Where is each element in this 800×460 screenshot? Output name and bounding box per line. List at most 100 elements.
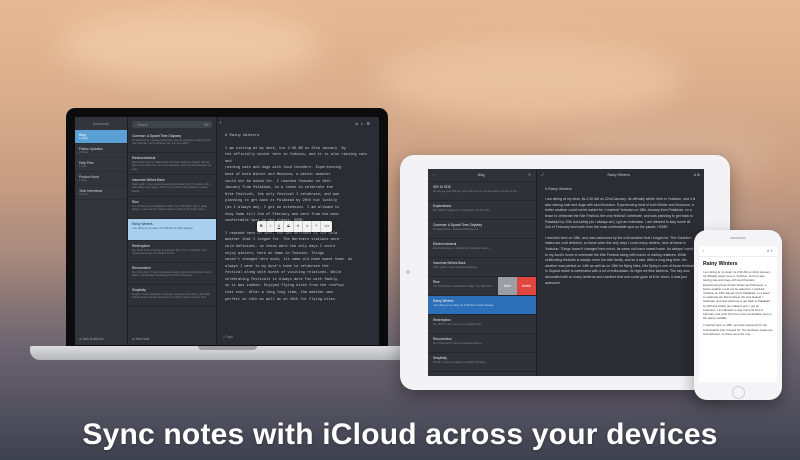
note-paragraph: I am sitting at my desk, its 2:30 AM on … — [703, 270, 772, 321]
note-title: Insomnia Strikes Back — [132, 178, 165, 182]
list-item-selected[interactable]: Rainy Winters I am sitting at my desk, it… — [428, 296, 536, 315]
list-button[interactable]: ≡ — [303, 221, 313, 232]
note-editor[interactable]: ‹ A◐⚙ # Rainy Winters I am sitting at my… — [217, 117, 379, 345]
note-title: Simplicity — [433, 356, 447, 360]
marketing-caption: Sync notes with iCloud across your devic… — [82, 418, 718, 451]
list-item[interactable]: Redemption So, 15:00 in the morning, at a… — [428, 315, 536, 334]
note-snippet: So you got your iOS app, let's chat now,… — [433, 190, 519, 193]
iphone-app-screen: ‹ A ⇪ Rainy Winters I am sitting at my de… — [699, 246, 777, 382]
sidebar-item-blog[interactable]: Blog 6 Notes — [75, 130, 127, 144]
list-item[interactable]: Explorations We shall not cease from expl… — [428, 201, 536, 220]
chevron-left-icon[interactable]: ‹ — [703, 249, 704, 253]
new-notebook-label: New Notebook — [82, 337, 104, 341]
underline-button[interactable]: U — [275, 221, 285, 232]
note-title: Rice — [132, 200, 139, 204]
note-snippet: Electrochemical, or inflated and chemica… — [433, 247, 491, 250]
sidebar-item-help-plan[interactable]: Help Plan 1 Note — [75, 158, 127, 172]
notebook-sidebar: Notebooks Blog 6 Notes Fiction Updates 2 N… — [75, 117, 128, 345]
note-snippet: We shall not cease from exploration and … — [433, 209, 491, 212]
note-snippet: Yeah, yeah, I have insomnia watching... — [433, 266, 479, 269]
note-title: Resurrection — [433, 337, 452, 341]
gear-icon[interactable]: ⚙ — [697, 173, 700, 177]
list-item-selected[interactable]: Rainy Winters I am sitting at my desk, it… — [128, 219, 216, 241]
tags-field[interactable]: ⌗ Tags — [223, 334, 233, 341]
new-note-button[interactable]: ⊕ New Note — [132, 337, 150, 341]
list-navbar: ‹ Blog ✎ — [428, 169, 536, 182]
list-item[interactable]: Redemption So, 15:00 in the morning, at a… — [128, 241, 216, 263]
code-button[interactable]: </> — [321, 221, 332, 232]
notebook-count: 2 Notes — [79, 151, 88, 154]
note-paragraph: I reached here on 18th, and was welcomed… — [225, 231, 353, 302]
notebook-count: 1 Note — [79, 165, 87, 168]
note-title: iOS 10 SDK — [433, 185, 451, 189]
list-item[interactable]: Common: A Space/Time Odyssey It's almost … — [128, 131, 216, 153]
list-item[interactable]: Common: A Space/Time Odyssey It's almost … — [428, 220, 536, 239]
list-item-swiped[interactable]: Rice At 1.00 AM here in Rabbitson Valley.… — [428, 277, 536, 296]
list-item[interactable]: Rice At 1.00 AM here in Rabbitson Valley.… — [128, 197, 216, 219]
notebook-count: 6 Notes — [79, 137, 88, 140]
note-snippet: Six of the Zuru? I have completed readin… — [433, 342, 484, 345]
note-paragraph: I reached here on 18th, and was welcomed… — [545, 235, 695, 285]
gear-icon[interactable]: ⚙ — [366, 121, 373, 126]
sort-menu[interactable]: Title — [203, 123, 209, 127]
sidebar-item-fiction-updates[interactable]: Fiction Updates 2 Notes — [75, 144, 127, 158]
expand-icon[interactable]: ⤢ — [541, 173, 544, 179]
list-item[interactable]: iOS 10 SDK So you got your iOS app, let's… — [428, 182, 536, 201]
sidebar-item-product-hunt[interactable]: Product Hunt 1 Note — [75, 172, 127, 186]
note-snippet: I am sitting at my desk, it's 2:30 AM on… — [433, 304, 495, 307]
note-paragraph: I reached here on 18th, and was welcomed… — [703, 323, 773, 336]
editor-title: Rainy Winters — [607, 173, 630, 177]
list-item[interactable]: Resurrection Six of the Zuru? I have comp… — [128, 263, 216, 285]
note-heading: # Rainy Winters — [545, 186, 572, 191]
search-input[interactable]: ⌕ Search Title — [132, 121, 212, 128]
tags-label: Tags — [225, 335, 233, 340]
sidebar-item-tech-interviews[interactable]: Tech Interviews 3 Notes — [75, 186, 127, 200]
quote-button[interactable]: ❝ — [312, 221, 322, 232]
ipad: ‹ Blog ✎ iOS 10 SDK So you got your iOS app… — [400, 155, 730, 390]
heading-button[interactable]: H — [294, 221, 304, 232]
note-snippet: It's almost time. I assigned that title … — [433, 228, 481, 231]
chevron-left-icon[interactable]: ‹ — [219, 120, 222, 127]
bold-button[interactable]: B — [257, 221, 267, 232]
delete-button[interactable]: Delete — [517, 277, 536, 295]
note-paragraph: I am sitting at my desk, its 2:30 AM on … — [225, 146, 368, 224]
note-title: Rainy Winters — [433, 299, 454, 303]
editor-toolbar: A◐⚙ — [355, 121, 373, 128]
note-snippet: At 1.00 AM here in Rabbitson Valley. The… — [132, 205, 207, 212]
note-editor[interactable]: ⤢ Rainy Winters A ⚙ # Rainy Winters I am s… — [537, 169, 704, 376]
search-placeholder: Search — [137, 122, 148, 127]
new-note-label: New Note — [135, 337, 150, 341]
note-heading: Rainy Winters — [703, 261, 738, 267]
list-item[interactable]: Electrochemical Electrochemical, or infla… — [428, 239, 536, 258]
list-item[interactable]: Insomnia Strikes Back Yeah, yeah, I have … — [128, 175, 216, 197]
list-item[interactable]: Resurrection Six of the Zuru? I have comp… — [428, 334, 536, 353]
note-heading: # Rainy Winters — [225, 134, 260, 138]
italic-button[interactable]: I — [267, 221, 275, 232]
editor-actions: A ⚙ — [694, 173, 700, 179]
editor-navbar: ⤢ Rainy Winters A ⚙ — [541, 173, 700, 179]
note-snippet: So, 15:00 in the morning, at a quarter d… — [433, 323, 483, 326]
share-icon[interactable]: ⇪ — [770, 249, 773, 253]
note-title: Redemption — [132, 244, 150, 248]
note-snippet: Simple, I have managed to redesign the b… — [132, 293, 210, 300]
compose-icon[interactable]: ✎ — [528, 173, 531, 177]
note-title: Explorations — [433, 204, 452, 208]
list-title: Blog — [477, 173, 485, 177]
navbar-actions: A ⇪ — [767, 249, 773, 253]
sky-cloud — [380, 40, 680, 120]
strikethrough-button[interactable]: S — [284, 221, 294, 232]
new-notebook-button[interactable]: ⊕ New Notebook — [79, 337, 103, 341]
notebook-count: 1 Note — [79, 179, 87, 182]
more-button[interactable]: More — [498, 277, 517, 295]
list-item[interactable]: Simplicity Simple, I have managed to rede… — [128, 285, 216, 307]
note-title: Rainy Winters — [132, 222, 153, 226]
iphone: ‹ A ⇪ Rainy Winters I am sitting at my de… — [694, 230, 782, 400]
swipe-actions: More Delete — [498, 277, 536, 295]
note-title: Insomnia Strikes Back — [433, 261, 466, 265]
list-item[interactable]: Simplicity Simple, I have managed to rede… — [428, 353, 536, 372]
list-item[interactable]: Insomnia Strikes Back Yeah, yeah, I have … — [428, 258, 536, 277]
ipad-app-screen: ‹ Blog ✎ iOS 10 SDK So you got your iOS app… — [428, 169, 704, 376]
note-title: Common: A Space/Time Odyssey — [132, 134, 182, 138]
list-item[interactable]: Electrochemical Electrochemical, or infla… — [128, 153, 216, 175]
chevron-left-icon[interactable]: ‹ — [433, 173, 434, 177]
